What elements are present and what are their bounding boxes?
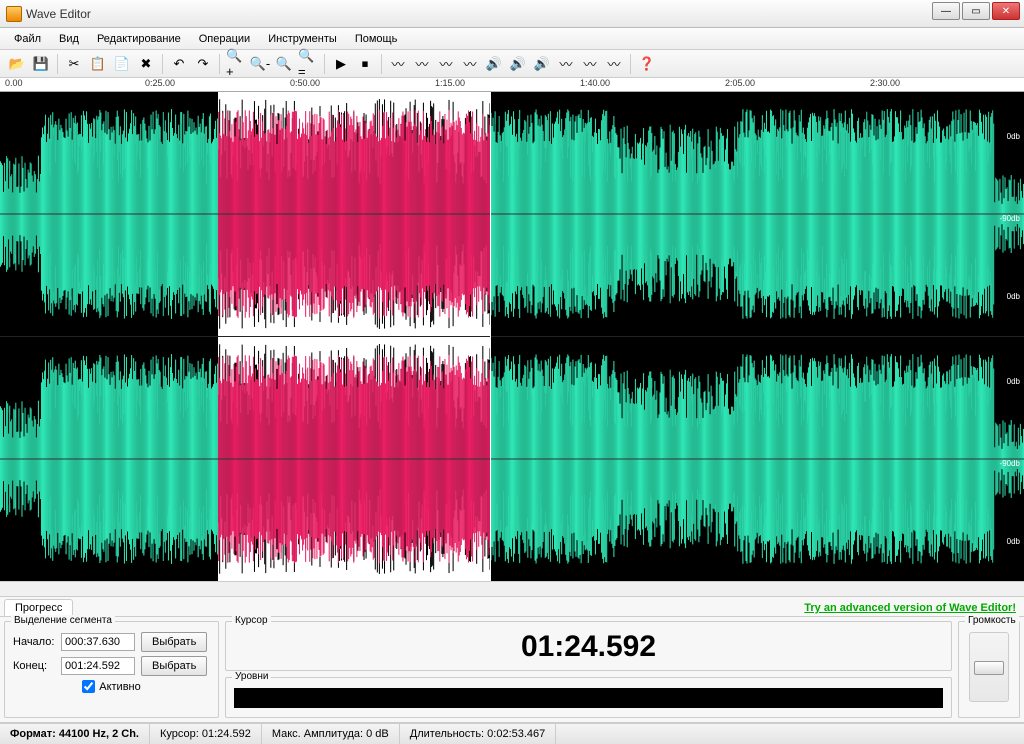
levels-group: Уровни xyxy=(225,677,952,718)
volume-title: Громкость xyxy=(965,615,1019,626)
db-scale: 0db -90db 0db 0db -90db 0db xyxy=(992,92,1022,581)
cursor-group: Курсор 01:24.592 xyxy=(225,621,952,671)
levels-title: Уровни xyxy=(232,671,271,682)
toolbar: 📂💾✂📋📄✖↶↷🔍+🔍-🔍🔍=▶⏹〰〰〰〰🔊🔊🔊〰〰〰❓ xyxy=(0,50,1024,78)
cursor-time-display: 01:24.592 xyxy=(234,628,943,666)
bottom-panel: Выделение сегмента Начало: Выбрать Конец… xyxy=(0,617,1024,723)
redo-icon[interactable]: ↷ xyxy=(192,53,214,75)
vol-up-icon[interactable]: 🔊 xyxy=(483,53,505,75)
wave-icon[interactable]: 〰 xyxy=(459,53,481,75)
db-label: 0db xyxy=(1007,537,1020,546)
ruler-tick: 0:25.00 xyxy=(145,78,175,88)
segment-end-input[interactable] xyxy=(61,657,135,675)
menu-view[interactable]: Вид xyxy=(51,31,87,47)
wave-icon[interactable]: 〰 xyxy=(387,53,409,75)
wave-icon[interactable]: 〰 xyxy=(411,53,433,75)
time-ruler[interactable]: 0.00 0:25.00 0:50.00 1:15.00 1:40.00 2:05.00 2… xyxy=(0,78,1024,92)
undo-icon[interactable]: ↶ xyxy=(168,53,190,75)
waveform-area[interactable]: 0db -90db 0db 0db -90db 0db xyxy=(0,92,1024,581)
ruler-tick: 2:05.00 xyxy=(725,78,755,88)
app-icon xyxy=(6,6,22,22)
menu-help[interactable]: Помощь xyxy=(347,31,406,47)
db-label: -90db xyxy=(1000,459,1020,468)
status-cursor: Курсор: 01:24.592 xyxy=(150,724,262,744)
segment-active-label: Активно xyxy=(99,681,141,693)
segment-start-input[interactable] xyxy=(61,633,135,651)
menu-operations[interactable]: Операции xyxy=(191,31,258,47)
toolbar-separator xyxy=(57,54,58,74)
statusbar: Формат: 44100 Hz, 2 Ch. Курсор: 01:24.59… xyxy=(0,723,1024,744)
status-format: Формат: 44100 Hz, 2 Ch. xyxy=(0,724,150,744)
save-icon[interactable]: 💾 xyxy=(30,53,52,75)
volume-group: Громкость xyxy=(958,621,1020,718)
help-icon[interactable]: ❓ xyxy=(636,53,658,75)
zoom-fit-icon[interactable]: 🔍= xyxy=(297,53,319,75)
minimize-button[interactable]: — xyxy=(932,2,960,20)
cursor-title: Курсор xyxy=(232,615,271,626)
toolbar-separator xyxy=(219,54,220,74)
segment-active-checkbox[interactable] xyxy=(82,680,95,693)
wave-icon[interactable]: 〰 xyxy=(579,53,601,75)
menu-edit[interactable]: Редактирование xyxy=(89,31,189,47)
ruler-tick: 0.00 xyxy=(5,78,23,88)
volume-slider[interactable] xyxy=(969,632,1009,702)
segment-group: Выделение сегмента Начало: Выбрать Конец… xyxy=(4,621,219,718)
zoom-in-icon[interactable]: 🔍+ xyxy=(225,53,247,75)
playback-cursor[interactable] xyxy=(490,92,491,581)
titlebar: Wave Editor — ▭ ✕ xyxy=(0,0,1024,28)
toolbar-separator xyxy=(162,54,163,74)
db-label: 0db xyxy=(1007,377,1020,386)
paste-icon[interactable]: 📄 xyxy=(111,53,133,75)
db-label: -90db xyxy=(1000,214,1020,223)
maximize-button[interactable]: ▭ xyxy=(962,2,990,20)
toolbar-separator xyxy=(381,54,382,74)
segment-start-select-button[interactable]: Выбрать xyxy=(141,632,207,652)
db-label: 0db xyxy=(1007,132,1020,141)
status-amplitude: Макс. Амплитуда: 0 dB xyxy=(262,724,400,744)
menu-tools[interactable]: Инструменты xyxy=(260,31,345,47)
wave-icon[interactable]: 〰 xyxy=(603,53,625,75)
ruler-tick: 1:40.00 xyxy=(580,78,610,88)
channel-right[interactable] xyxy=(0,337,1024,581)
toolbar-separator xyxy=(630,54,631,74)
wave-icon[interactable]: 〰 xyxy=(435,53,457,75)
menubar: Файл Вид Редактирование Операции Инструм… xyxy=(0,28,1024,50)
vol-down-icon[interactable]: 🔊 xyxy=(507,53,529,75)
delete-icon[interactable]: ✖ xyxy=(135,53,157,75)
zoom-icon[interactable]: 🔍 xyxy=(273,53,295,75)
copy-icon[interactable]: 📋 xyxy=(87,53,109,75)
horizontal-scrollbar[interactable] xyxy=(0,581,1024,597)
level-meter xyxy=(234,688,943,708)
ruler-tick: 0:50.00 xyxy=(290,78,320,88)
window-title: Wave Editor xyxy=(26,7,91,21)
zoom-out-icon[interactable]: 🔍- xyxy=(249,53,271,75)
menu-file[interactable]: Файл xyxy=(6,31,49,47)
segment-title: Выделение сегмента xyxy=(11,615,115,626)
play-icon[interactable]: ▶ xyxy=(330,53,352,75)
toolbar-separator xyxy=(324,54,325,74)
segment-end-select-button[interactable]: Выбрать xyxy=(141,656,207,676)
channel-left[interactable] xyxy=(0,92,1024,336)
status-duration: Длительность: 0:02:53.467 xyxy=(400,724,557,744)
ruler-tick: 1:15.00 xyxy=(435,78,465,88)
wave-icon[interactable]: 〰 xyxy=(555,53,577,75)
ruler-tick: 2:30.00 xyxy=(870,78,900,88)
tab-progress[interactable]: Прогресс xyxy=(4,599,73,616)
stop-icon[interactable]: ⏹ xyxy=(354,53,376,75)
open-icon[interactable]: 📂 xyxy=(6,53,28,75)
tab-strip: Прогресс Try an advanced version of Wave… xyxy=(0,597,1024,617)
vol-icon[interactable]: 🔊 xyxy=(531,53,553,75)
db-label: 0db xyxy=(1007,292,1020,301)
close-button[interactable]: ✕ xyxy=(992,2,1020,20)
segment-start-label: Начало: xyxy=(13,636,55,648)
segment-end-label: Конец: xyxy=(13,660,55,672)
cut-icon[interactable]: ✂ xyxy=(63,53,85,75)
advanced-version-link[interactable]: Try an advanced version of Wave Editor! xyxy=(796,600,1024,616)
